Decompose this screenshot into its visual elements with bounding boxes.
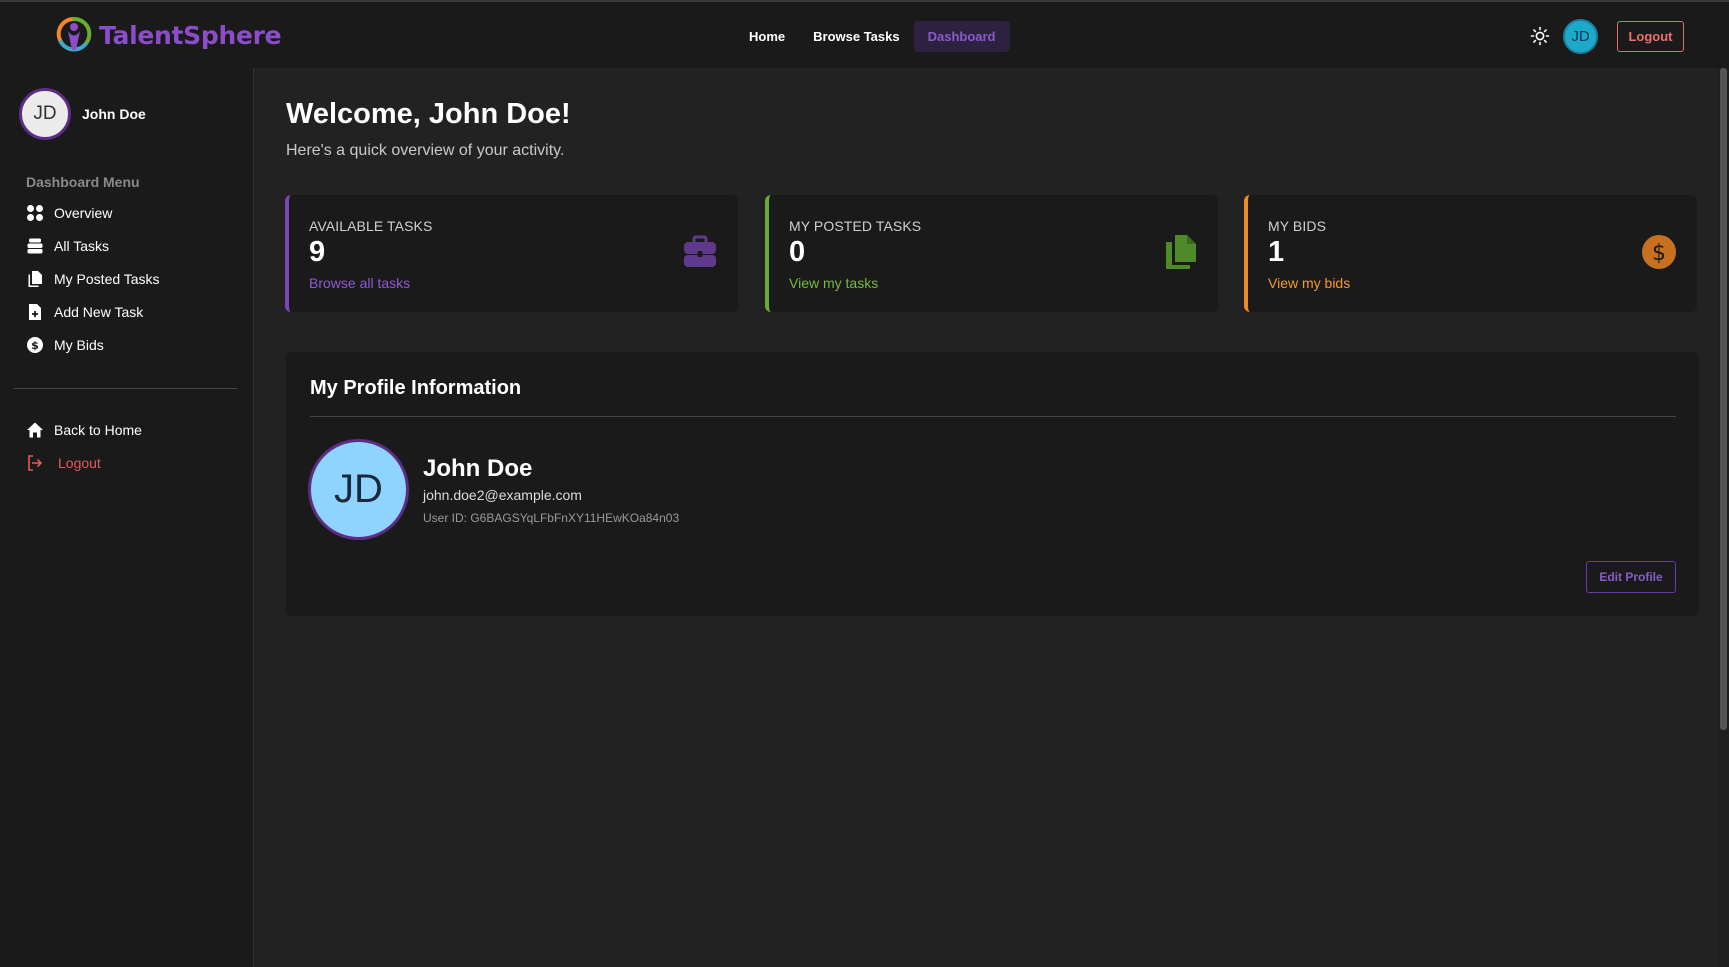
brand[interactable]: TalentSphere (56, 16, 282, 54)
sidebar-item-label: Back to Home (54, 421, 142, 438)
profile-section-title: My Profile Information (310, 377, 522, 399)
sidebar-item-label: Overview (54, 204, 113, 221)
sidebar-item-label: All Tasks (54, 237, 109, 254)
layers-icon (27, 238, 43, 253)
sidebar-item-all-tasks[interactable]: All Tasks (26, 229, 160, 262)
nav-browse-tasks[interactable]: Browse Tasks (799, 21, 913, 52)
sidebar-item-logout[interactable]: Logout (26, 446, 142, 479)
sidebar: JD John Doe Dashboard Menu Overview All … (0, 68, 254, 967)
sidebar-user: JD John Doe (19, 88, 146, 140)
stat-label: MY BIDS (1268, 218, 1327, 234)
profile-avatar: JD (308, 439, 409, 540)
view-my-tasks-link[interactable]: View my tasks (789, 275, 878, 291)
sidebar-item-label: Add New Task (54, 303, 144, 320)
sidebar-username: John Doe (82, 106, 146, 122)
nav-links: Home Browse Tasks Dashboard (735, 21, 1010, 52)
nav-home[interactable]: Home (735, 21, 799, 52)
dollar-circle-icon: $ (27, 336, 43, 353)
sidebar-divider (14, 388, 237, 389)
sidebar-item-my-posted-tasks[interactable]: My Posted Tasks (26, 262, 160, 295)
profile-name: John Doe (423, 455, 533, 482)
scrollbar-thumb[interactable] (1720, 68, 1727, 730)
view-my-bids-link[interactable]: View my bids (1268, 275, 1350, 291)
dollar-circle-icon: $ (1642, 235, 1676, 269)
stat-label: MY POSTED TASKS (789, 218, 922, 234)
stat-card-my-bids: MY BIDS 1 View my bids $ (1244, 195, 1697, 312)
stat-card-available-tasks: AVAILABLE TASKS 9 Browse all tasks (285, 195, 738, 312)
edit-profile-button[interactable]: Edit Profile (1586, 561, 1676, 593)
browse-all-tasks-link[interactable]: Browse all tasks (309, 275, 410, 291)
brand-logo-icon (56, 16, 92, 52)
profile-email: john.doe2@example.com (423, 487, 582, 503)
stat-card-my-posted-tasks: MY POSTED TASKS 0 View my tasks (765, 195, 1218, 312)
grid-icon (27, 204, 43, 221)
main-content: Welcome, John Doe! Here's a quick overvi… (255, 68, 1729, 967)
sidebar-menu-heading: Dashboard Menu (26, 174, 140, 190)
sidebar-item-overview[interactable]: Overview (26, 196, 160, 229)
copy-icon (1166, 235, 1196, 269)
brand-name: TalentSphere (99, 20, 282, 50)
logout-icon (28, 454, 43, 471)
copy-icon (28, 270, 42, 287)
top-navbar: TalentSphere Home Browse Tasks Dashboard… (0, 0, 1729, 68)
file-plus-icon (29, 303, 41, 320)
sidebar-menu: Overview All Tasks My Posted Tasks Add N… (26, 196, 160, 361)
profile-user-id: User ID: G6BAGSYqLFbFnXY11HEwKOa84n03 (423, 511, 680, 525)
sidebar-item-back-to-home[interactable]: Back to Home (26, 413, 142, 446)
sidebar-avatar: JD (19, 88, 71, 140)
svg-text:$: $ (1652, 241, 1666, 266)
page-subtitle: Here's a quick overview of your activity… (286, 142, 565, 159)
sidebar-bottom: Back to Home Logout (26, 413, 142, 479)
logout-button[interactable]: Logout (1617, 21, 1684, 52)
sidebar-item-label: My Bids (54, 336, 104, 353)
stat-value: 1 (1268, 236, 1285, 268)
sun-icon[interactable] (1530, 26, 1550, 46)
stat-value: 9 (309, 236, 326, 268)
nav-dashboard[interactable]: Dashboard (913, 21, 1010, 52)
sidebar-item-my-bids[interactable]: $ My Bids (26, 328, 160, 361)
page-title: Welcome, John Doe! (286, 98, 571, 130)
home-icon (27, 422, 43, 437)
profile-card: My Profile Information JD John Doe john.… (286, 352, 1699, 616)
profile-divider (310, 416, 1676, 417)
user-avatar[interactable]: JD (1563, 19, 1598, 54)
stat-label: AVAILABLE TASKS (309, 218, 433, 234)
sidebar-item-label: My Posted Tasks (54, 270, 160, 287)
sidebar-item-add-new-task[interactable]: Add New Task (26, 295, 160, 328)
briefcase-icon (684, 235, 716, 267)
stat-value: 0 (789, 236, 806, 268)
svg-text:$: $ (31, 339, 39, 352)
sidebar-item-label: Logout (58, 454, 101, 471)
